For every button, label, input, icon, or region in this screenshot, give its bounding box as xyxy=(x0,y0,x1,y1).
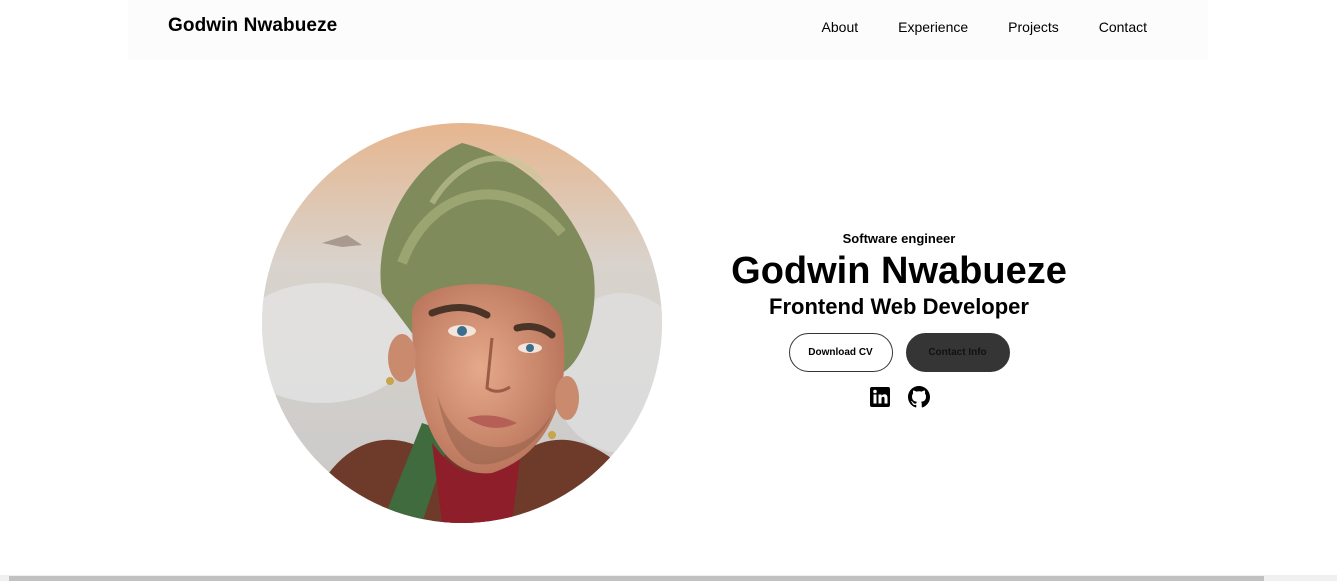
hero-role: Frontend Web Developer xyxy=(769,294,1029,319)
linkedin-icon[interactable] xyxy=(869,386,891,408)
download-cv-button[interactable]: Download CV xyxy=(788,333,893,372)
hero-section: Software engineer Godwin Nwabueze Fronte… xyxy=(700,230,1098,408)
nav-link-contact[interactable]: Contact xyxy=(1099,19,1147,35)
nav-link-experience[interactable]: Experience xyxy=(898,19,968,35)
site-logo[interactable]: Godwin Nwabueze xyxy=(168,15,337,37)
github-icon[interactable] xyxy=(907,386,930,408)
scrollbar-thumb[interactable] xyxy=(9,576,1264,581)
hero-buttons: Download CV Contact Info xyxy=(700,333,1098,372)
hero-subtitle: Software engineer xyxy=(842,231,956,246)
nav-link-about[interactable]: About xyxy=(822,19,859,35)
social-links xyxy=(700,386,1098,408)
nav-links: About Experience Projects Contact xyxy=(782,19,1147,35)
hero-name: Godwin Nwabueze xyxy=(731,250,1067,292)
top-navbar: Godwin Nwabueze About Experience Project… xyxy=(128,0,1208,60)
profile-picture xyxy=(262,123,662,523)
nav-link-projects[interactable]: Projects xyxy=(1008,19,1059,35)
horizontal-scrollbar[interactable] xyxy=(0,575,1337,581)
contact-info-button[interactable]: Contact Info xyxy=(905,333,1010,372)
